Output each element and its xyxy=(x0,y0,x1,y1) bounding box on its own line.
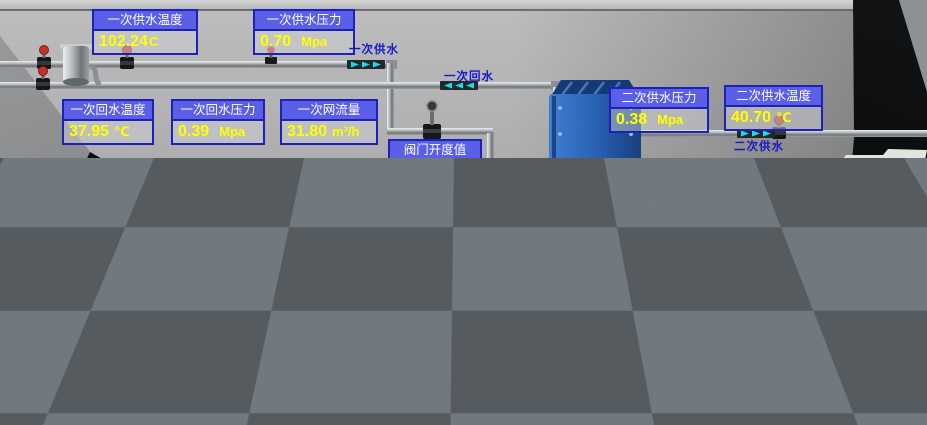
tank-manhole-1 xyxy=(58,309,112,363)
panel-unit: % xyxy=(440,164,452,179)
panel-title: 二次回水温度 xyxy=(725,222,821,242)
panel-title: 一次网流量 xyxy=(282,101,376,121)
panel-value: 0.39 xyxy=(178,123,209,140)
panel-value: 5.92 xyxy=(395,163,426,180)
panel-primary-supply-pressure: 一次供水压力 0.70 Mpa xyxy=(253,9,355,55)
panel-secondary-return-temp: 二次回水温度 36.63 ℃ xyxy=(723,220,823,266)
tank-vent-gooseneck xyxy=(168,243,184,264)
panel-unit: ℃ xyxy=(776,110,792,125)
panel-title: 二次供水压力 xyxy=(611,89,707,109)
panel-title: 一次回水温度 xyxy=(64,101,152,121)
control-cabinet-2 xyxy=(879,149,927,262)
panel-unit: m³/h xyxy=(332,124,359,139)
panel-primary-supply-temp: 一次供水温度 102.24C xyxy=(92,9,198,55)
panel-tank-level: 水箱液位高度 1.10 m³ xyxy=(55,270,159,316)
panel-title: 阀门开度值 xyxy=(390,141,480,161)
panel-makeup-pump-frequency: 补水泵频率 33.88 Hz xyxy=(308,337,404,383)
panel-unit: Mpa xyxy=(301,34,327,49)
pipe-label-primary-return: 一次回水 xyxy=(444,68,494,84)
primary-supply-valve-1 xyxy=(37,46,51,70)
panel-primary-flow: 一次网流量 31.80 m³/h xyxy=(280,99,378,145)
panel-unit: Mpa xyxy=(657,247,683,262)
panel-title: 二次供水温度 xyxy=(726,87,821,107)
flow-arrow-primary-supply xyxy=(347,60,385,69)
panel-unit: Mpa xyxy=(657,112,683,127)
panel-title: 二次回水压力 xyxy=(611,224,707,244)
panel-title: 一次供水温度 xyxy=(94,11,196,31)
panel-unit: Mpa xyxy=(219,124,245,139)
panel-value: 36.63 xyxy=(730,244,770,261)
panel-title: 补水泵频率 xyxy=(310,339,402,359)
pipe-label-makeup-water: 补水 xyxy=(612,351,637,367)
control-valve xyxy=(423,101,441,139)
panel-title: 一次供水压力 xyxy=(255,11,353,31)
panel-unit: C xyxy=(149,34,158,49)
panel-value: 0.27 xyxy=(616,246,647,263)
panel-unit: Hz xyxy=(359,362,375,377)
flow-arrow-secondary-return-1 xyxy=(508,266,546,275)
panel-value: 1.10 xyxy=(62,294,93,311)
panel-secondary-return-pressure: 二次回水压力 0.27 Mpa xyxy=(609,222,709,268)
pipe-label-secondary-supply: 二次供水 xyxy=(734,138,784,154)
panel-unit: ℃ xyxy=(775,245,791,260)
dirt-separator-filter xyxy=(60,44,92,86)
panel-value: 40.70 xyxy=(731,109,771,126)
panel-value: 31.80 xyxy=(287,123,327,140)
panel-value: 0.70 xyxy=(260,33,291,50)
panel-secondary-supply-pressure: 二次供水压力 0.38 Mpa xyxy=(609,87,709,133)
panel-unit: ℃ xyxy=(114,124,130,139)
pipe-label-primary-supply: 一次供水 xyxy=(349,41,399,57)
panel-unit: m³ xyxy=(106,295,122,310)
drain-line xyxy=(598,274,627,332)
hx-port-1 xyxy=(560,182,578,200)
pipe-label-secondary-return: 二次回水 xyxy=(750,280,800,296)
panel-value: 102.24 xyxy=(99,33,148,50)
panel-title: 一次回水压力 xyxy=(173,101,263,121)
panel-primary-return-pressure: 一次回水压力 0.39 Mpa xyxy=(171,99,265,145)
panel-value: 0.38 xyxy=(616,111,647,128)
hx-port-2 xyxy=(583,182,601,200)
panel-value: 37.95 xyxy=(69,123,109,140)
scene-graphics xyxy=(0,0,927,425)
panel-value: 33.88 xyxy=(315,361,355,378)
panel-primary-return-temp: 一次回水温度 37.95 ℃ xyxy=(62,99,154,145)
flow-arrow-secondary-return-2 xyxy=(753,265,791,274)
primary-return-valve xyxy=(36,67,50,91)
panel-secondary-supply-temp: 二次供水温度 40.70 ℃ xyxy=(724,85,823,131)
hmi-heating-station-screen: 一次供水温度 102.24C 一次供水压力 0.70 Mpa 一次回水温度 37.… xyxy=(0,0,927,425)
panel-valve-opening: 阀门开度值 5.92% xyxy=(388,139,482,185)
panel-title: 水箱液位高度 xyxy=(57,272,157,292)
